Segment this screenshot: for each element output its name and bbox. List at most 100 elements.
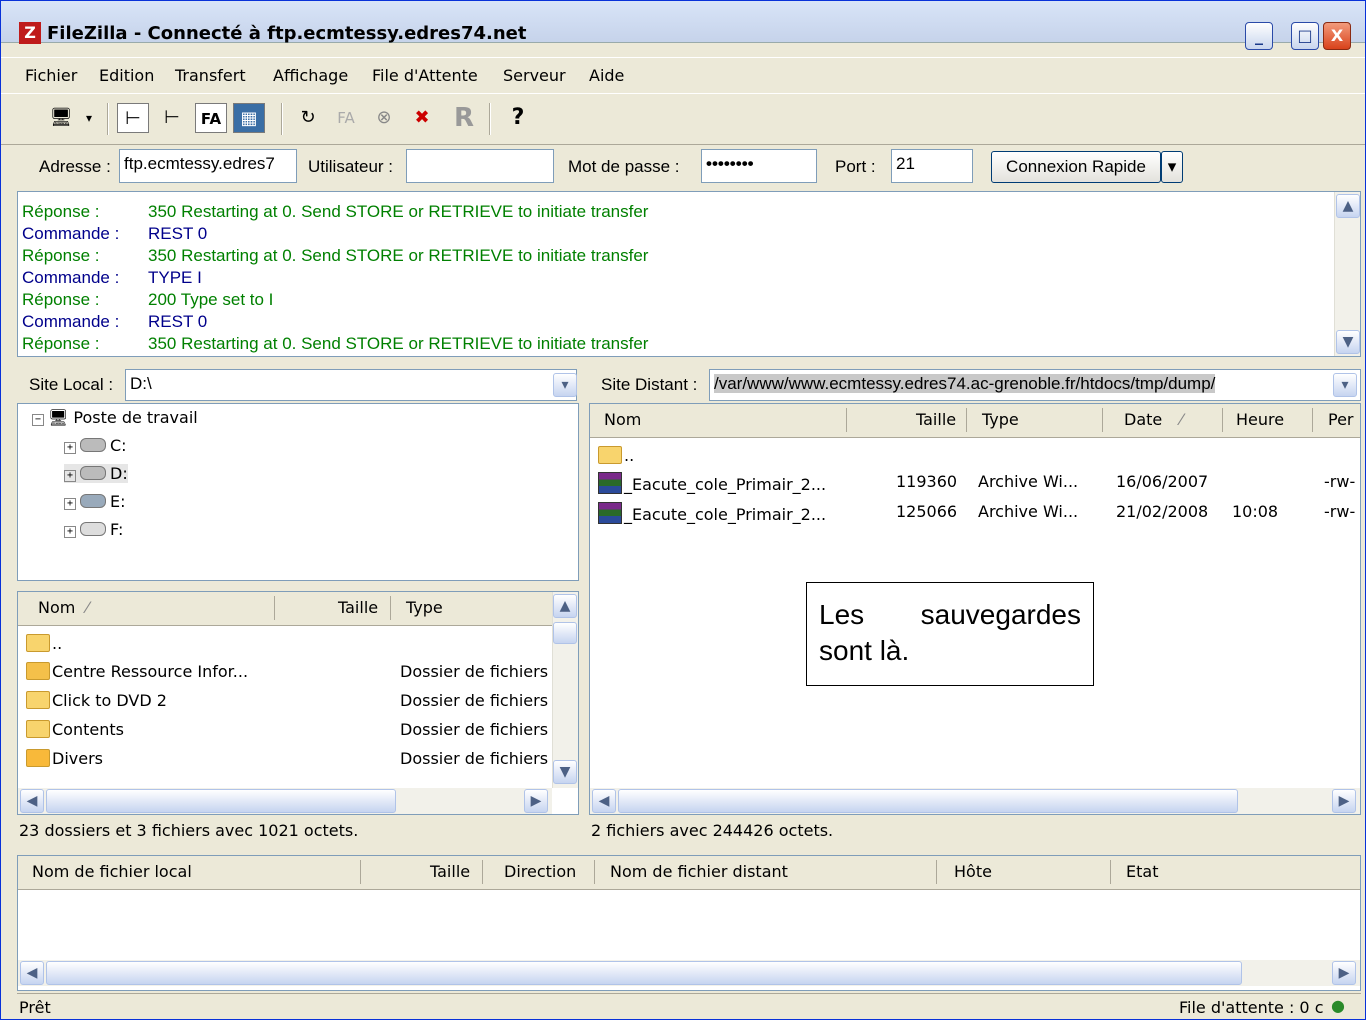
column-date[interactable]: Date <box>1124 410 1162 429</box>
column-perm[interactable]: Per <box>1328 410 1354 429</box>
local-list-hscrollbar[interactable]: ◀ ▶ <box>18 788 552 814</box>
column-separator[interactable] <box>1222 408 1223 432</box>
menu-file-attente[interactable]: File d'Attente <box>372 66 478 85</box>
column-taille[interactable]: Taille <box>430 862 470 881</box>
list-item[interactable]: .. <box>26 634 62 653</box>
expand-icon[interactable]: + <box>64 470 76 482</box>
local-list-vscrollbar[interactable]: ▲ ▼ <box>552 592 578 788</box>
expand-icon[interactable]: + <box>64 526 76 538</box>
toggle-remote-tree-icon[interactable]: FA <box>195 103 227 133</box>
disconnect-icon[interactable]: ✖ <box>405 103 439 133</box>
list-item[interactable]: Click to DVD 2 <box>26 691 167 710</box>
column-separator[interactable] <box>936 860 937 884</box>
tree-drive-d[interactable]: + D: <box>64 464 128 483</box>
help-icon[interactable]: ? <box>501 103 535 133</box>
scroll-up-icon[interactable]: ▲ <box>1336 194 1360 218</box>
log-scrollbar[interactable]: ▲ ▼ <box>1334 192 1360 356</box>
reconnect-icon[interactable]: R <box>447 103 481 133</box>
column-separator[interactable] <box>360 860 361 884</box>
scroll-up-icon[interactable]: ▲ <box>553 594 577 618</box>
column-separator[interactable] <box>1110 860 1111 884</box>
column-nom[interactable]: Nom <box>38 598 75 617</box>
column-separator[interactable] <box>966 408 967 432</box>
password-input[interactable]: •••••••• <box>701 149 817 183</box>
column-direction[interactable]: Direction <box>504 862 576 881</box>
scroll-left-icon[interactable]: ◀ <box>20 961 44 985</box>
scroll-thumb[interactable] <box>618 789 1238 813</box>
column-separator[interactable] <box>274 596 275 620</box>
list-item[interactable]: _Eacute_cole_Primair_2... <box>598 472 826 494</box>
menu-serveur[interactable]: Serveur <box>503 66 566 85</box>
process-queue-icon[interactable]: FA <box>329 103 363 133</box>
filezilla-icon: Z <box>19 22 41 44</box>
scroll-down-icon[interactable]: ▼ <box>1336 330 1360 354</box>
local-site-dropdown-icon[interactable]: ▾ <box>553 373 577 397</box>
queue-hscrollbar[interactable]: ◀ ▶ <box>18 960 1360 986</box>
tree-root[interactable]: − 🖥 Poste de travail <box>32 408 198 427</box>
tree-drive-c[interactable]: + C: <box>64 436 127 455</box>
column-type[interactable]: Type <box>406 598 443 617</box>
column-remote-file[interactable]: Nom de fichier distant <box>610 862 788 881</box>
scroll-right-icon[interactable]: ▶ <box>1332 961 1356 985</box>
expand-icon[interactable]: + <box>64 498 76 510</box>
column-heure[interactable]: Heure <box>1236 410 1284 429</box>
list-item[interactable]: Divers <box>26 749 103 768</box>
column-hote[interactable]: Hôte <box>954 862 992 881</box>
column-separator[interactable] <box>1102 408 1103 432</box>
minimize-button[interactable]: _ <box>1245 22 1273 50</box>
menu-aide[interactable]: Aide <box>589 66 624 85</box>
toggle-log-icon[interactable]: ⊢ <box>117 103 149 133</box>
user-input[interactable] <box>406 149 554 183</box>
column-separator[interactable] <box>594 860 595 884</box>
column-separator[interactable] <box>846 408 847 432</box>
collapse-icon[interactable]: − <box>32 414 44 426</box>
column-etat[interactable]: Etat <box>1126 862 1158 881</box>
list-item[interactable]: Contents <box>26 720 124 739</box>
list-item[interactable]: .. <box>598 446 634 465</box>
address-input[interactable]: ftp.ecmtessy.edres7 <box>119 149 297 183</box>
menu-transfert[interactable]: Transfert <box>175 66 246 85</box>
tree-drive-e[interactable]: + E: <box>64 492 126 511</box>
toggle-local-tree-icon[interactable]: ⊢ <box>155 103 189 133</box>
scroll-right-icon[interactable]: ▶ <box>1332 789 1356 813</box>
file-date: 16/06/2007 <box>1116 472 1209 491</box>
remote-site-input[interactable]: /var/www/www.ecmtessy.edres74.ac-grenobl… <box>709 369 1361 401</box>
file-perm: -rw- <box>1324 472 1356 491</box>
column-nom[interactable]: Nom <box>604 410 641 429</box>
list-item[interactable]: Centre Ressource Infor... <box>26 662 248 681</box>
queue-icon[interactable]: ▦ <box>233 103 265 133</box>
column-separator[interactable] <box>390 596 391 620</box>
scroll-thumb[interactable] <box>46 961 1242 985</box>
cancel-icon[interactable]: ⊗ <box>367 103 401 133</box>
site-manager-icon[interactable]: 🖥 <box>43 103 79 133</box>
quickconnect-button[interactable]: Connexion Rapide <box>991 151 1161 183</box>
maximize-button[interactable]: □ <box>1291 22 1319 50</box>
menu-fichier[interactable]: Fichier <box>25 66 77 85</box>
chevron-down-icon[interactable]: ▾ <box>81 103 97 133</box>
menu-affichage[interactable]: Affichage <box>273 66 348 85</box>
remote-site-dropdown-icon[interactable]: ▾ <box>1333 373 1357 397</box>
tree-drive-f[interactable]: + F: <box>64 520 123 539</box>
column-separator[interactable] <box>1312 408 1313 432</box>
quickconnect-history-icon[interactable]: ▾ <box>1161 151 1183 183</box>
menu-bar: Fichier Edition Transfert Affichage File… <box>1 57 1365 93</box>
port-input[interactable]: 21 <box>891 149 973 183</box>
remote-list-hscrollbar[interactable]: ◀ ▶ <box>590 788 1360 814</box>
menu-edition[interactable]: Edition <box>99 66 154 85</box>
column-taille[interactable]: Taille <box>338 598 378 617</box>
scroll-thumb[interactable] <box>553 622 577 644</box>
column-type[interactable]: Type <box>982 410 1019 429</box>
column-local-file[interactable]: Nom de fichier local <box>32 862 192 881</box>
scroll-left-icon[interactable]: ◀ <box>20 789 44 813</box>
scroll-right-icon[interactable]: ▶ <box>524 789 548 813</box>
column-separator[interactable] <box>482 860 483 884</box>
scroll-down-icon[interactable]: ▼ <box>553 760 577 784</box>
scroll-thumb[interactable] <box>46 789 396 813</box>
column-taille[interactable]: Taille <box>916 410 956 429</box>
expand-icon[interactable]: + <box>64 442 76 454</box>
list-item[interactable]: _Eacute_cole_Primair_2... <box>598 502 826 524</box>
close-button[interactable]: X <box>1323 22 1351 50</box>
scroll-left-icon[interactable]: ◀ <box>592 789 616 813</box>
refresh-icon[interactable]: ↻ <box>291 103 325 133</box>
local-site-input[interactable]: D:\ <box>125 369 577 401</box>
